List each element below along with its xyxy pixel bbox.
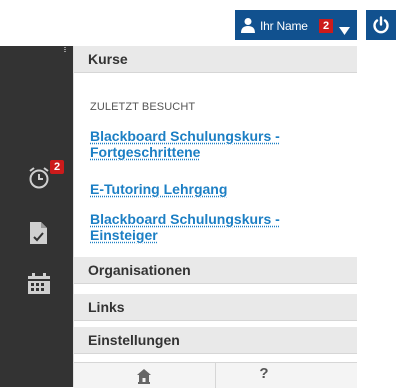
courses-header[interactable]: Kurse	[74, 46, 357, 73]
course-link-advanced[interactable]: Blackboard Schulungskurs - Fortgeschritt…	[90, 128, 330, 160]
organisations-header[interactable]: Organisationen	[74, 257, 357, 284]
resize-handle[interactable]	[64, 47, 66, 53]
user-name: Ihr Name	[260, 19, 308, 33]
user-menu-button[interactable]: Ihr Name 2	[235, 10, 357, 40]
panel-footer: ?	[74, 362, 357, 388]
tool-rail	[0, 46, 73, 387]
home-icon	[137, 369, 151, 384]
logout-button[interactable]	[366, 10, 396, 40]
power-icon	[373, 16, 389, 34]
course-link-e-tutoring[interactable]: E-Tutoring Lehrgang	[90, 181, 330, 197]
courses-panel: Kurse ZULETZT BESUCHT Blackboard Schulun…	[73, 46, 357, 388]
recently-visited-label: ZULETZT BESUCHT	[90, 101, 196, 113]
user-icon	[240, 17, 256, 38]
notification-badge: 2	[319, 19, 333, 33]
home-button[interactable]	[129, 368, 159, 386]
links-header[interactable]: Links	[74, 294, 357, 321]
help-button[interactable]: ?	[249, 365, 279, 385]
caret-down-icon	[339, 22, 350, 40]
footer-divider	[215, 363, 216, 388]
alarm-clock-icon[interactable]	[27, 166, 51, 195]
calendar-icon[interactable]	[27, 273, 51, 300]
course-link-beginner[interactable]: Blackboard Schulungskurs - Einsteiger	[90, 211, 330, 243]
settings-header[interactable]: Einstellungen	[74, 327, 357, 354]
document-check-icon[interactable]	[28, 221, 50, 250]
alert-badge: 2	[50, 160, 64, 174]
